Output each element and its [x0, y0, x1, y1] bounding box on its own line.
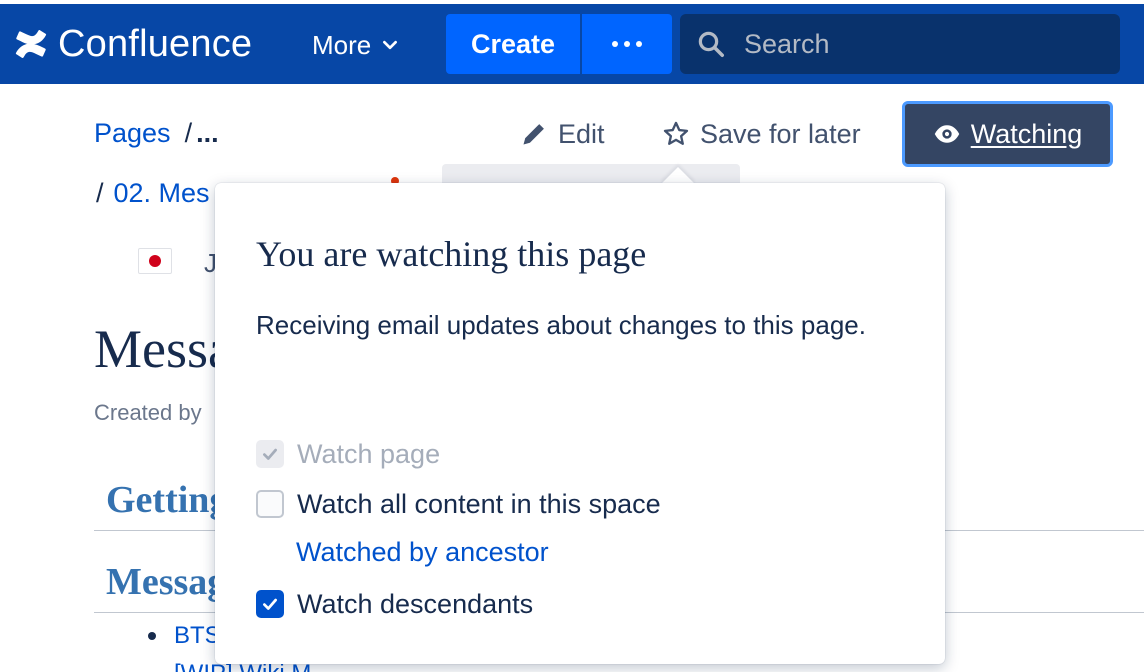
star-icon — [663, 121, 689, 145]
watch-space-checkbox[interactable]: Watch all content in this space — [256, 487, 661, 521]
eye-icon — [934, 125, 959, 143]
edit-button[interactable]: Edit — [520, 114, 605, 154]
create-more-button[interactable] — [582, 14, 672, 74]
created-by-text: Created by — [94, 400, 202, 425]
breadcrumb-row-2: / 02. Mes — [96, 178, 210, 209]
save-for-later-button[interactable]: Save for later — [662, 114, 861, 154]
popover-title: You are watching this page — [256, 234, 647, 274]
heading-messages: Messag — [106, 561, 227, 603]
create-label: Create — [470, 28, 556, 59]
check-icon — [263, 598, 277, 610]
watch-popover: You are watching this page Receiving ema… — [215, 183, 945, 664]
confluence-logo[interactable]: Confluence — [14, 22, 252, 66]
heading-getting-started: Getting — [106, 479, 229, 521]
checkbox[interactable] — [256, 490, 284, 518]
breadcrumb: Pages / ... — [94, 118, 219, 149]
checkbox[interactable] — [256, 440, 284, 468]
watch-descendants-label: Watch descendants — [297, 588, 534, 619]
page-title: Messa — [94, 319, 232, 379]
breadcrumb-separator: / — [184, 118, 193, 148]
popover-description: Receiving email updates about changes to… — [256, 310, 866, 340]
japan-flag-icon — [138, 248, 172, 274]
search-box[interactable] — [680, 14, 1120, 74]
watching-label: Watching — [970, 118, 1083, 149]
more-dots-icon — [624, 41, 630, 47]
logo-text: Confluence — [58, 22, 253, 65]
top-navigation-bar: Confluence More Create — [0, 0, 1144, 84]
check-icon — [263, 448, 277, 460]
breadcrumb-pages-link[interactable]: Pages — [94, 118, 171, 149]
edit-label: Edit — [558, 118, 605, 149]
pencil-icon — [523, 124, 544, 145]
checkbox[interactable] — [256, 590, 284, 618]
search-input[interactable] — [744, 28, 1084, 60]
more-dots-icon — [636, 41, 642, 47]
breadcrumb-ellipsis[interactable]: ... — [196, 118, 219, 149]
bullet-dot — [148, 632, 156, 640]
chevron-down-icon — [383, 40, 398, 50]
watch-descendants-checkbox[interactable]: Watch descendants — [256, 587, 533, 621]
confluence-logo-icon — [15, 30, 47, 58]
save-for-later-label: Save for later — [700, 118, 861, 149]
more-menu-button[interactable]: More — [312, 26, 399, 64]
watch-space-label: Watch all content in this space — [297, 488, 661, 519]
create-button[interactable]: Create — [446, 14, 580, 74]
breadcrumb-parent-link[interactable]: 02. Mes — [114, 178, 210, 209]
more-label: More — [312, 29, 372, 60]
watch-page-checkbox[interactable]: Watch page — [256, 437, 440, 471]
search-icon — [698, 31, 724, 57]
breadcrumb-separator: / — [96, 178, 104, 208]
list-item-link[interactable]: BTS — [174, 622, 221, 650]
watching-button[interactable]: Watching — [902, 101, 1113, 167]
watch-page-label: Watch page — [297, 438, 441, 469]
list-item: BTS — [148, 622, 221, 650]
watched-by-ancestor-link[interactable]: Watched by ancestor — [296, 537, 549, 568]
more-dots-icon — [612, 41, 618, 47]
